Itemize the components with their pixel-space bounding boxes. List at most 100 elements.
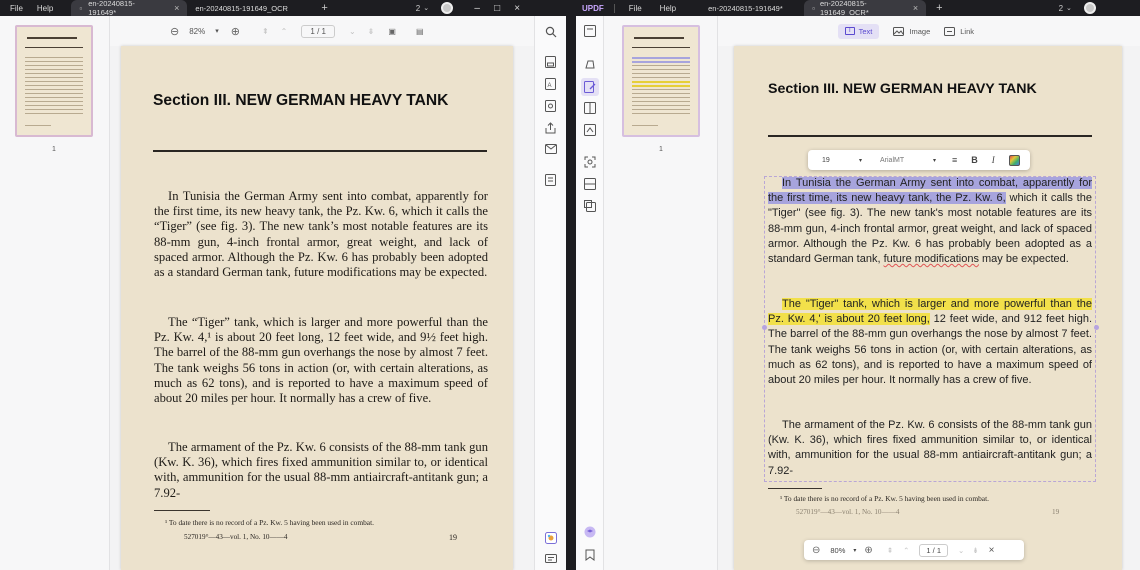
page-footer-code: 527019°—43—vol. 1, No. 10——4 [796,508,900,516]
text-format-toolbar: 19 ▾ ArialMT ▾ ≡ B I [808,150,1030,170]
footnote-rule [154,510,210,511]
page-current: 1 [310,26,315,36]
paragraph-1[interactable]: In Tunisia the German Army sent into com… [768,176,1092,267]
share-icon[interactable] [545,122,556,134]
bold-button[interactable]: B [971,155,978,165]
presentation-icon[interactable]: ▣ [388,27,396,36]
last-page-icon[interactable]: ⇟ [972,546,978,555]
bookmark-icon[interactable] [585,549,595,561]
ocr-icon[interactable] [584,156,596,168]
menu-file[interactable]: File [615,4,652,13]
view-toolbar: ⊖ 82% ▾ ⊕ ⇞ ⌃ 1 / 1 ⌄ ⇟ ▣ ▤ [110,16,534,46]
protect-icon[interactable] [545,100,556,112]
zoom-in-icon[interactable]: ⊕ [231,25,240,38]
title-rule [768,135,1092,137]
title-rule [153,150,487,152]
right-title-bar: UPDF File Help en-20240815-191649* ▫ en-… [576,0,1140,17]
paragraph-3: The armament of the Pz. Kw. 6 consists o… [154,440,488,500]
tab-document-2[interactable]: en-20240815-191649_OCR [187,0,307,16]
tab-document-1[interactable]: en-20240815-191649* [700,0,804,16]
page-input[interactable]: 1 / 1 [919,543,949,557]
zoom-out-icon[interactable]: ⊖ [170,25,179,38]
menu-help[interactable]: Help [33,4,63,13]
paragraph-1: In Tunisia the German Army sent into com… [154,189,488,280]
selection-handle-right[interactable] [1094,325,1099,330]
paragraph-3[interactable]: The armament of the Pz. Kw. 6 consists o… [768,418,1092,479]
chevron-down-icon[interactable]: ⌄ [423,4,429,12]
comment-tool-icon[interactable] [584,58,596,70]
tab-document-2[interactable]: ▫ en-20240815-191649_OCR* × [804,0,927,17]
zoom-out-icon[interactable]: ⊖ [812,545,820,556]
scan-icon[interactable] [584,178,596,190]
page-total: / 1 [932,545,942,555]
tab-label: en-20240815-191649_OCR* [819,0,869,17]
prev-page-icon[interactable]: ⌃ [281,27,288,36]
page-input[interactable]: 1 / 1 [301,24,335,38]
prev-page-icon[interactable]: ⌃ [903,546,909,555]
minimize-icon[interactable]: – [467,0,487,16]
first-page-icon[interactable]: ⇞ [887,546,893,555]
ai-assistant-icon[interactable] [545,532,557,544]
pdf-a-icon[interactable]: A [545,78,556,90]
tab-document-1[interactable]: ▫ en-20240815-191649* × [71,0,188,17]
reader-icon[interactable] [584,25,596,37]
thumbnail-page-number: 1 [52,146,56,153]
layout-icon[interactable]: ▤ [416,27,424,36]
page-title[interactable]: Section III. NEW GERMAN HEAVY TANK [768,81,1037,97]
layers-icon[interactable] [584,526,596,538]
align-icon[interactable]: ≡ [952,155,957,165]
zoom-in-icon[interactable]: ⊕ [864,545,872,556]
crop-icon[interactable] [584,200,596,212]
font-size-select[interactable]: 19 ▾ [822,157,862,164]
add-image-label: Image [909,26,931,36]
edit-pdf-icon[interactable] [581,78,599,96]
spelling-mark[interactable]: future modifications [884,253,979,265]
tab-count[interactable]: 2 [1059,4,1063,13]
convert-icon[interactable] [584,124,596,136]
page-thumbnail[interactable] [622,25,700,137]
last-page-icon[interactable]: ⇟ [368,27,375,36]
close-tab-icon[interactable]: × [913,3,918,13]
page-number: 19 [449,533,457,542]
avatar[interactable] [1083,2,1096,14]
chevron-down-icon[interactable]: ⌄ [1066,4,1072,12]
close-icon[interactable]: × [989,545,995,556]
maximize-icon[interactable]: □ [487,0,507,16]
search-icon[interactable] [545,26,557,38]
tab-count[interactable]: 2 [416,4,420,13]
close-window-icon[interactable]: × [507,0,527,16]
add-link-button[interactable]: Link [944,26,974,36]
save-icon[interactable] [545,56,556,68]
page-thumbnail[interactable] [15,25,93,137]
chevron-down-icon[interactable]: ▾ [215,27,219,35]
comment-icon[interactable] [545,554,557,565]
paragraph-2[interactable]: The "Tiger" tank, which is larger and mo… [768,297,1092,388]
new-tab-icon[interactable]: + [321,2,327,14]
chevron-down-icon[interactable]: ▾ [853,547,856,554]
paragraph-2: The “Tiger” tank, which is larger and mo… [154,315,488,406]
page-current: 1 [926,545,931,555]
next-page-icon[interactable]: ⌄ [349,27,356,36]
zoom-level[interactable]: 80% [830,546,845,555]
add-text-button[interactable]: T Text [837,23,880,39]
selection-handle-left[interactable] [762,325,767,330]
add-image-button[interactable]: Image [893,26,931,36]
text-color-icon[interactable] [1008,154,1020,166]
email-icon[interactable] [545,144,557,154]
menu-file[interactable]: File [0,4,33,13]
organize-pages-icon[interactable] [584,102,596,114]
next-page-icon[interactable]: ⌄ [958,546,964,555]
document-icon: ▫ [79,3,83,13]
menu-help[interactable]: Help [652,4,686,13]
close-tab-icon[interactable]: × [174,3,179,13]
window-divider [566,0,576,570]
new-tab-icon[interactable]: + [936,2,942,14]
font-family-select[interactable]: ArialMT ▾ [880,157,936,164]
footnote: ¹ To date there is no record of a Pz. Kw… [165,518,374,527]
save-as-icon[interactable] [545,174,556,186]
avatar[interactable] [441,2,454,14]
italic-button[interactable]: I [992,155,995,165]
tab-label: en-20240815-191649* [88,0,135,17]
zoom-level[interactable]: 82% [189,27,205,36]
first-page-icon[interactable]: ⇞ [262,27,269,36]
